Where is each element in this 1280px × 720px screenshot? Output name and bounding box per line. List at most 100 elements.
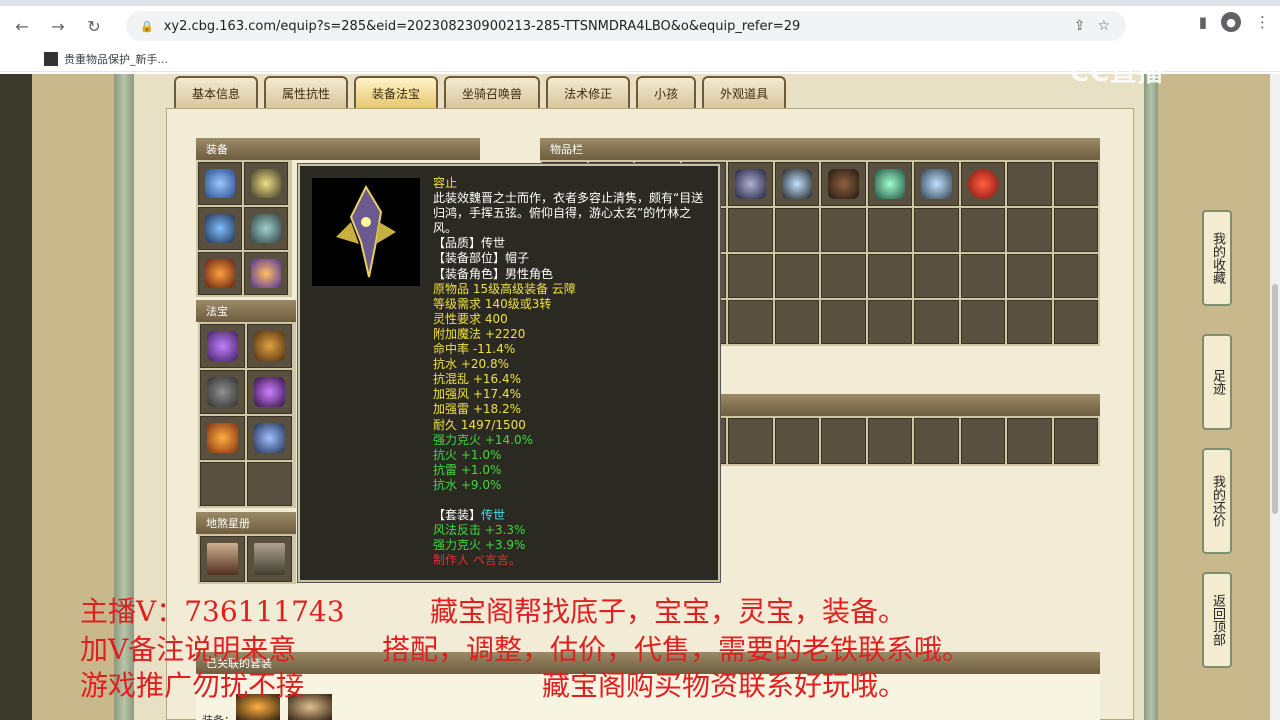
favorites-button[interactable]: 我的收藏	[1202, 210, 1232, 306]
attr-line: 抗水 +20.8%	[433, 357, 509, 372]
item-slot[interactable]	[1053, 418, 1098, 464]
item-slot[interactable]	[1053, 208, 1098, 252]
fabao-slot[interactable]	[200, 324, 245, 368]
item-slot[interactable]	[960, 300, 1005, 344]
menu-icon[interactable]: ⋮	[1255, 13, 1270, 31]
tab-child[interactable]: 小孩	[636, 76, 697, 108]
attr-line: 加强雷 +18.2%	[433, 402, 521, 417]
fabao-slot[interactable]	[247, 324, 292, 368]
scrollbar-thumb[interactable]	[1272, 284, 1278, 514]
reload-icon[interactable]: ↻	[80, 12, 108, 40]
item-slot[interactable]	[728, 162, 773, 206]
item-slot[interactable]	[1007, 300, 1052, 344]
tab-spells[interactable]: 法术修正	[546, 76, 631, 108]
tab-equipment[interactable]: 装备法宝	[354, 76, 439, 108]
item-slot[interactable]	[728, 208, 773, 252]
item-icon	[251, 214, 281, 243]
item-slot[interactable]	[774, 418, 819, 464]
item-slot[interactable]	[867, 418, 912, 464]
item-slot[interactable]	[1053, 254, 1098, 298]
card-slot[interactable]	[247, 536, 292, 582]
item-slot[interactable]	[1007, 254, 1052, 298]
item-icon	[205, 169, 235, 198]
item-slot[interactable]	[774, 300, 819, 344]
tab-basic-info[interactable]: 基本信息	[174, 76, 259, 108]
item-slot[interactable]	[914, 418, 959, 464]
lock-icon[interactable]: 🔒	[140, 20, 154, 33]
back-icon[interactable]: ←	[8, 12, 36, 40]
fabao-slot[interactable]	[200, 370, 245, 414]
section-fabao-header: 法宝	[196, 300, 296, 322]
overlay-service: 藏宝阁帮找底子，宝宝，灵宝，装备。	[430, 595, 907, 628]
item-slot[interactable]	[774, 208, 819, 252]
favorites-label: 我的收藏	[1210, 232, 1225, 284]
tab-attributes[interactable]: 属性抗性	[264, 76, 349, 108]
item-slot[interactable]	[960, 162, 1005, 206]
item-slot[interactable]	[960, 208, 1005, 252]
card-slot[interactable]	[200, 536, 245, 582]
item-slot[interactable]	[728, 300, 773, 344]
item-slot[interactable]	[821, 254, 866, 298]
item-slot[interactable]	[821, 162, 866, 206]
item-slot[interactable]	[914, 162, 959, 206]
item-slot[interactable]	[821, 418, 866, 464]
my-offers-label: 我的还价	[1210, 475, 1225, 527]
address-bar[interactable]: 🔒 xy2.cbg.163.com/equip?s=285&eid=202308…	[126, 11, 1126, 41]
equip-slot[interactable]	[244, 252, 288, 295]
item-slot[interactable]	[867, 254, 912, 298]
item-slot[interactable]	[867, 208, 912, 252]
item-slot[interactable]	[960, 418, 1005, 464]
item-slot[interactable]	[914, 254, 959, 298]
fabao-slot[interactable]	[200, 462, 245, 506]
star-icon[interactable]: ☆	[1097, 18, 1110, 34]
tab-mounts[interactable]: 坐骑召唤兽	[444, 76, 541, 108]
item-slot[interactable]	[774, 162, 819, 206]
history-button[interactable]: 足迹	[1202, 334, 1232, 430]
equip-slot[interactable]	[198, 207, 242, 250]
profile-avatar-icon[interactable]: ●	[1221, 12, 1241, 32]
item-slot[interactable]	[914, 300, 959, 344]
fabao-slot[interactable]	[247, 462, 292, 506]
equip-slot[interactable]	[198, 252, 242, 295]
bookmark-item[interactable]: 贵重物品保护_新手...	[64, 51, 168, 67]
item-slot[interactable]	[1053, 300, 1098, 344]
item-slot[interactable]	[867, 162, 912, 206]
item-slot[interactable]	[821, 208, 866, 252]
item-slot[interactable]	[960, 254, 1005, 298]
tab-bar: 基本信息 属性抗性 装备法宝 坐骑召唤兽 法术修正 小孩 外观道具	[174, 76, 787, 108]
set-attr-line: 风法反击 +3.3%	[433, 523, 526, 538]
item-slot[interactable]	[821, 300, 866, 344]
item-slot[interactable]	[774, 254, 819, 298]
item-icon	[781, 169, 812, 199]
fabao-slot[interactable]	[247, 416, 292, 460]
item-icon	[921, 169, 952, 199]
equip-slot[interactable]	[244, 162, 288, 205]
share-icon[interactable]: ⇪	[1074, 18, 1086, 34]
url-text[interactable]: xy2.cbg.163.com/equip?s=285&eid=20230823…	[164, 19, 801, 34]
set-name: 传世	[481, 507, 506, 522]
item-icon	[207, 377, 238, 407]
item-slot[interactable]	[914, 208, 959, 252]
attr-line: 命中率 -11.4%	[433, 342, 516, 357]
fabao-slot[interactable]	[247, 370, 292, 414]
section-equip-header: 装备	[196, 138, 480, 160]
tab-appearance[interactable]: 外观道具	[702, 76, 787, 108]
item-slot[interactable]	[728, 254, 773, 298]
page-scrollbar[interactable]	[1270, 74, 1280, 720]
dijiang-grid	[198, 534, 296, 584]
forward-icon[interactable]: →	[44, 12, 72, 40]
section-dijiang-header: 地煞星册	[196, 512, 296, 534]
item-slot[interactable]	[1007, 162, 1052, 206]
back-to-top-button[interactable]: 返回顶部	[1202, 572, 1232, 668]
my-offers-button[interactable]: 我的还价	[1202, 448, 1232, 554]
item-slot[interactable]	[1007, 208, 1052, 252]
equip-slot[interactable]	[244, 207, 288, 250]
sidebar-icon[interactable]: ▮	[1199, 13, 1207, 31]
item-slot[interactable]	[728, 418, 773, 464]
item-slot[interactable]	[1007, 418, 1052, 464]
fabao-slot[interactable]	[200, 416, 245, 460]
item-slot[interactable]	[1053, 162, 1098, 206]
attr-line: 抗混乱 +16.4%	[433, 372, 521, 387]
equip-slot[interactable]	[198, 162, 242, 205]
item-slot[interactable]	[867, 300, 912, 344]
